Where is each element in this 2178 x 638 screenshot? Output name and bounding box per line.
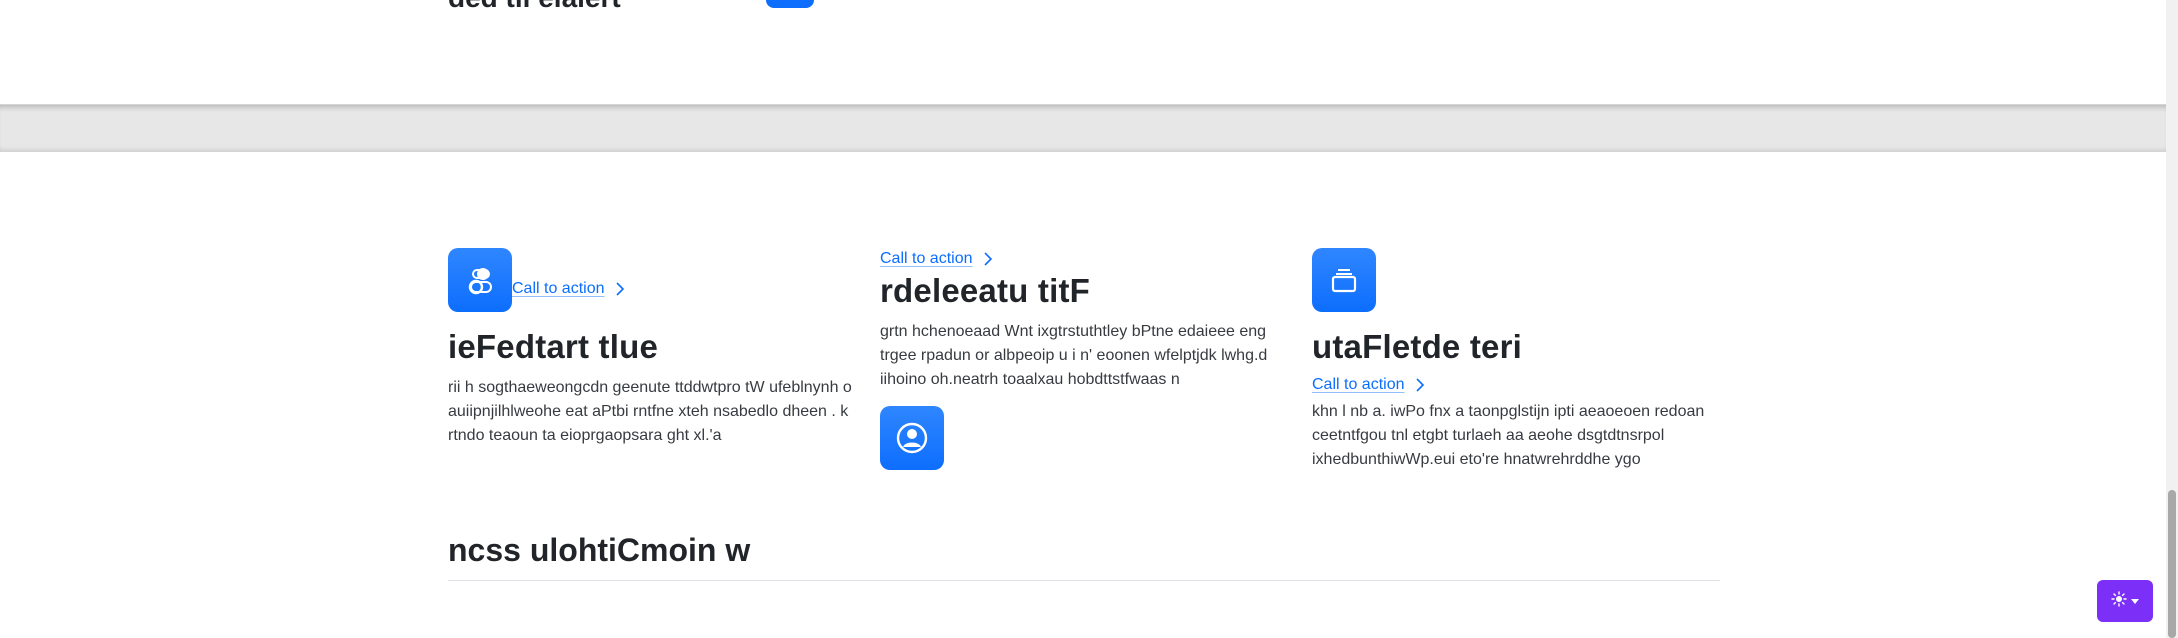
feature-3-text: khn l nb a. iwPo fnx a taonpglstijn ipti… bbox=[1312, 403, 1705, 468]
top-heading: ded tii elalert bbox=[448, 0, 621, 14]
theme-toggle-button[interactable] bbox=[2097, 580, 2153, 622]
sun-icon bbox=[2111, 590, 2127, 612]
toggles-icon bbox=[448, 248, 512, 312]
feature-3-cta-link[interactable]: Call to action bbox=[1312, 376, 1425, 394]
app-icon bbox=[766, 0, 814, 8]
caret-down-icon bbox=[2131, 598, 2139, 604]
feature-2-text: grtn hchenoeaad Wnt ixgtrstuthtley bPtne… bbox=[880, 323, 1268, 388]
feature-2-title: rdeleeatu titF bbox=[880, 272, 1091, 309]
feature-1-cta-label: Call to action bbox=[512, 280, 605, 297]
feature-3-title: utaFletde teri bbox=[1312, 328, 1523, 365]
feature-2-cta-link[interactable]: Call to action bbox=[880, 250, 993, 268]
chevron-right-icon bbox=[983, 252, 993, 266]
collection-icon bbox=[1312, 248, 1376, 312]
chevron-right-icon bbox=[615, 282, 625, 296]
feature-2-cta-label: Call to action bbox=[880, 250, 973, 267]
section-divider bbox=[0, 104, 2166, 152]
section-heading: ncss ulohtiCmoin w bbox=[448, 532, 751, 568]
feature-1-text: rii h sogthaeweongcdn geenute ttddwtpro … bbox=[448, 379, 852, 444]
feature-1-cta-link[interactable]: Call to action bbox=[512, 280, 625, 298]
top-section: ded tii elalert bbox=[0, 0, 2166, 104]
feature-3-cta-label: Call to action bbox=[1312, 376, 1405, 393]
feature-1-title: ieFedtart tlue bbox=[448, 328, 659, 365]
scrollbar-thumb[interactable] bbox=[2168, 490, 2176, 638]
person-circle-icon bbox=[880, 406, 944, 470]
chevron-right-icon bbox=[1415, 378, 1425, 392]
section-divider-line bbox=[448, 580, 1720, 581]
